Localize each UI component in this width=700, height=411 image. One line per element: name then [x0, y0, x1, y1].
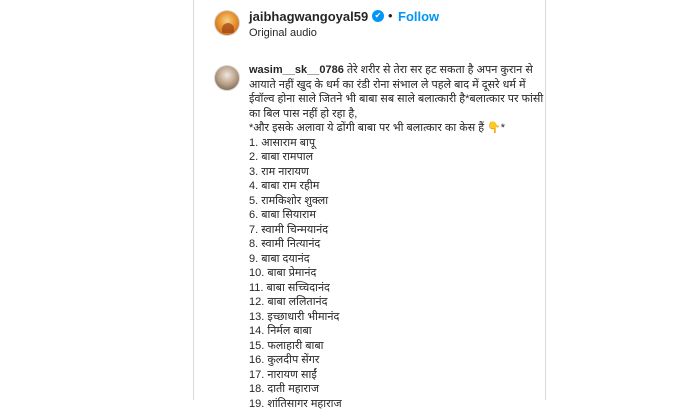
comment-text: तेरे शरीर से तेरा सर हट सकता है अपन कुरा… [249, 64, 544, 410]
commenter-username[interactable]: wasim__sk__0786 [249, 64, 344, 76]
verified-badge-icon: ✔ [372, 10, 384, 22]
author-avatar[interactable] [214, 10, 240, 36]
follow-button[interactable]: Follow [398, 9, 439, 24]
commenter-avatar[interactable] [214, 65, 240, 91]
post-panel: jaibhagwangoyal59 ✔ • Follow Original au… [0, 0, 700, 410]
panel-divider-left [193, 0, 194, 400]
post-header: jaibhagwangoyal59 ✔ • Follow Original au… [214, 7, 534, 43]
header-separator: • [388, 8, 393, 23]
audio-label[interactable]: Original audio [249, 27, 317, 39]
author-username[interactable]: jaibhagwangoyal59 [249, 9, 368, 24]
comment-body: wasim__sk__0786 तेरे शरीर से तेरा सर हट स… [249, 63, 549, 411]
